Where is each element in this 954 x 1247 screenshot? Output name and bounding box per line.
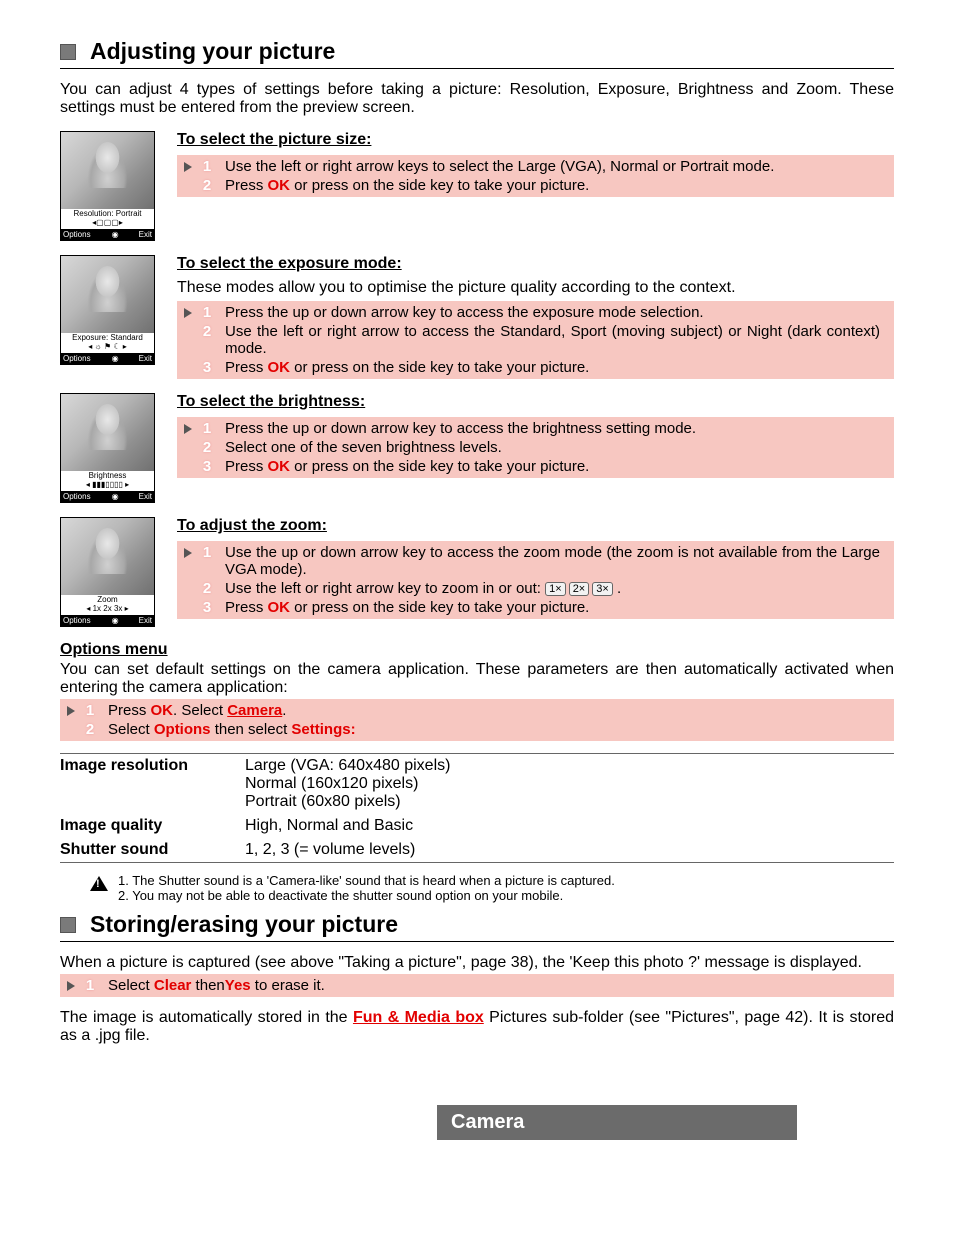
storing-desc2: The image is automatically stored in the…: [60, 1009, 894, 1045]
step-arrow-icon: [184, 424, 192, 434]
block-zoom: Zoom ◂ 1x 2x 3x ▸ Options ◉ Exit To adju…: [60, 517, 894, 627]
block-brightness: Brightness ◂ ▮▮▮▯▯▯▯ ▸ Options ◉ Exit To…: [60, 393, 894, 503]
step-arrow-icon: [184, 162, 192, 172]
step-text: Select Options then select Settings:: [108, 721, 888, 738]
thumb-label: Exposure: Standard ◂ ☼ ⚑ ☾ ▸: [61, 333, 154, 353]
step-arrow-icon: [184, 308, 192, 318]
softkey-right: Exit: [139, 230, 152, 239]
table-value: High, Normal and Basic: [245, 817, 894, 835]
step-num: 2: [199, 177, 215, 194]
section-intro: You can adjust 4 types of settings befor…: [60, 81, 894, 117]
table-label: Image quality: [60, 817, 245, 835]
subheading-zoom: To adjust the zoom:: [177, 517, 894, 535]
step-text: Press the up or down arrow key to access…: [225, 420, 888, 437]
table-label: Shutter sound: [60, 841, 245, 859]
section-heading-adjusting: Adjusting your picture: [60, 38, 894, 69]
step-text: Use the left or right arrow keys to sele…: [225, 158, 888, 175]
section-title: Adjusting your picture: [90, 38, 335, 65]
table-value: 1, 2, 3 (= volume levels): [245, 841, 894, 859]
table-label: Image resolution: [60, 757, 245, 811]
table-row: Shutter sound 1, 2, 3 (= volume levels): [60, 838, 894, 862]
subheading-options-menu: Options menu: [60, 641, 894, 659]
step-text: Press OK or press on the side key to tak…: [225, 599, 888, 616]
step-text: Use the left or right arrow to access th…: [225, 323, 888, 357]
step-num: 1: [199, 544, 215, 561]
options-notes: 1. The Shutter sound is a 'Camera-like' …: [90, 873, 894, 903]
softkey-left: Options: [63, 230, 91, 239]
step-num: 3: [199, 359, 215, 376]
step-text: Press OK or press on the side key to tak…: [225, 458, 888, 475]
thumb-brightness: Brightness ◂ ▮▮▮▯▯▯▯ ▸ Options ◉ Exit: [60, 393, 155, 503]
step-text: Select Clear thenYes to erase it.: [108, 977, 888, 994]
step-arrow-icon: [67, 981, 75, 991]
step-num: 1: [82, 977, 98, 994]
step-num: 1: [82, 702, 98, 719]
softkey-right: Exit: [139, 492, 152, 501]
steps-picture-size: 1 Use the left or right arrow keys to se…: [177, 155, 894, 197]
note-line: 1. The Shutter sound is a 'Camera-like' …: [118, 873, 615, 888]
table-row: Image resolution Large (VGA: 640x480 pix…: [60, 754, 894, 814]
thumb-label: Resolution: Portrait ◂▢▢▢▸: [61, 209, 154, 229]
step-arrow-icon: [67, 706, 75, 716]
subheading-brightness: To select the brightness:: [177, 393, 894, 411]
softkey-right: Exit: [139, 616, 152, 625]
storing-desc: When a picture is captured (see above "T…: [60, 954, 894, 972]
steps-brightness: 1 Press the up or down arrow key to acce…: [177, 417, 894, 478]
footer-bar: Camera: [0, 1105, 954, 1140]
softkey-mid: ◉: [112, 492, 118, 501]
subdesc-exposure: These modes allow you to optimise the pi…: [177, 279, 894, 297]
step-num: 2: [199, 439, 215, 456]
softkey-mid: ◉: [112, 230, 118, 239]
subheading-picture-size: To select the picture size:: [177, 131, 894, 149]
step-num: 2: [199, 323, 215, 340]
steps-options: 1 Press OK. Select Camera. 2 Select Opti…: [60, 699, 894, 741]
zoom-badges: 1× 2× 3×: [545, 582, 613, 596]
step-text: Press the up or down arrow key to access…: [225, 304, 888, 321]
step-text: Press OK or press on the side key to tak…: [225, 177, 888, 194]
options-table: Image resolution Large (VGA: 640x480 pix…: [60, 753, 894, 863]
section-heading-storing: Storing/erasing your picture: [60, 911, 894, 942]
warning-icon: [90, 876, 108, 891]
step-text: Press OK. Select Camera.: [108, 702, 888, 719]
fun-media-link: Fun & Media box: [353, 1009, 484, 1026]
step-arrow-icon: [184, 548, 192, 558]
subheading-exposure: To select the exposure mode:: [177, 255, 894, 273]
step-text: Press OK or press on the side key to tak…: [225, 359, 888, 376]
block-exposure: Exposure: Standard ◂ ☼ ⚑ ☾ ▸ Options ◉ E…: [60, 255, 894, 379]
softkey-left: Options: [63, 492, 91, 501]
step-text: Use the left or right arrow key to zoom …: [225, 580, 888, 597]
thumb-label: Brightness ◂ ▮▮▮▯▯▯▯ ▸: [61, 471, 154, 491]
softkey-mid: ◉: [112, 616, 118, 625]
thumb-zoom: Zoom ◂ 1x 2x 3x ▸ Options ◉ Exit: [60, 517, 155, 627]
step-num: 1: [199, 158, 215, 175]
table-row: Image quality High, Normal and Basic: [60, 814, 894, 838]
step-num: 1: [199, 420, 215, 437]
section-bullet-icon: [60, 917, 76, 933]
block-picture-size: Resolution: Portrait ◂▢▢▢▸ Options ◉ Exi…: [60, 131, 894, 241]
step-num: 1: [199, 304, 215, 321]
softkey-left: Options: [63, 354, 91, 363]
step-text: Select one of the seven brightness level…: [225, 439, 888, 456]
step-num: 3: [199, 599, 215, 616]
steps-zoom: 1 Use the up or down arrow key to access…: [177, 541, 894, 619]
steps-exposure: 1 Press the up or down arrow key to acce…: [177, 301, 894, 379]
softkey-right: Exit: [139, 354, 152, 363]
thumb-resolution: Resolution: Portrait ◂▢▢▢▸ Options ◉ Exi…: [60, 131, 155, 241]
note-line: 2. You may not be able to deactivate the…: [118, 888, 615, 903]
softkey-left: Options: [63, 616, 91, 625]
options-desc: You can set default settings on the came…: [60, 661, 894, 697]
step-num: 2: [199, 580, 215, 597]
step-text: Use the up or down arrow key to access t…: [225, 544, 888, 578]
step-num: 3: [199, 458, 215, 475]
footer-label: Camera: [437, 1105, 797, 1140]
thumb-exposure: Exposure: Standard ◂ ☼ ⚑ ☾ ▸ Options ◉ E…: [60, 255, 155, 365]
thumb-label: Zoom ◂ 1x 2x 3x ▸: [61, 595, 154, 615]
section-bullet-icon: [60, 44, 76, 60]
steps-storing: 1 Select Clear thenYes to erase it.: [60, 974, 894, 997]
softkey-mid: ◉: [112, 354, 118, 363]
section-title: Storing/erasing your picture: [90, 911, 398, 938]
table-value: Large (VGA: 640x480 pixels) Normal (160x…: [245, 757, 894, 811]
step-num: 2: [82, 721, 98, 738]
